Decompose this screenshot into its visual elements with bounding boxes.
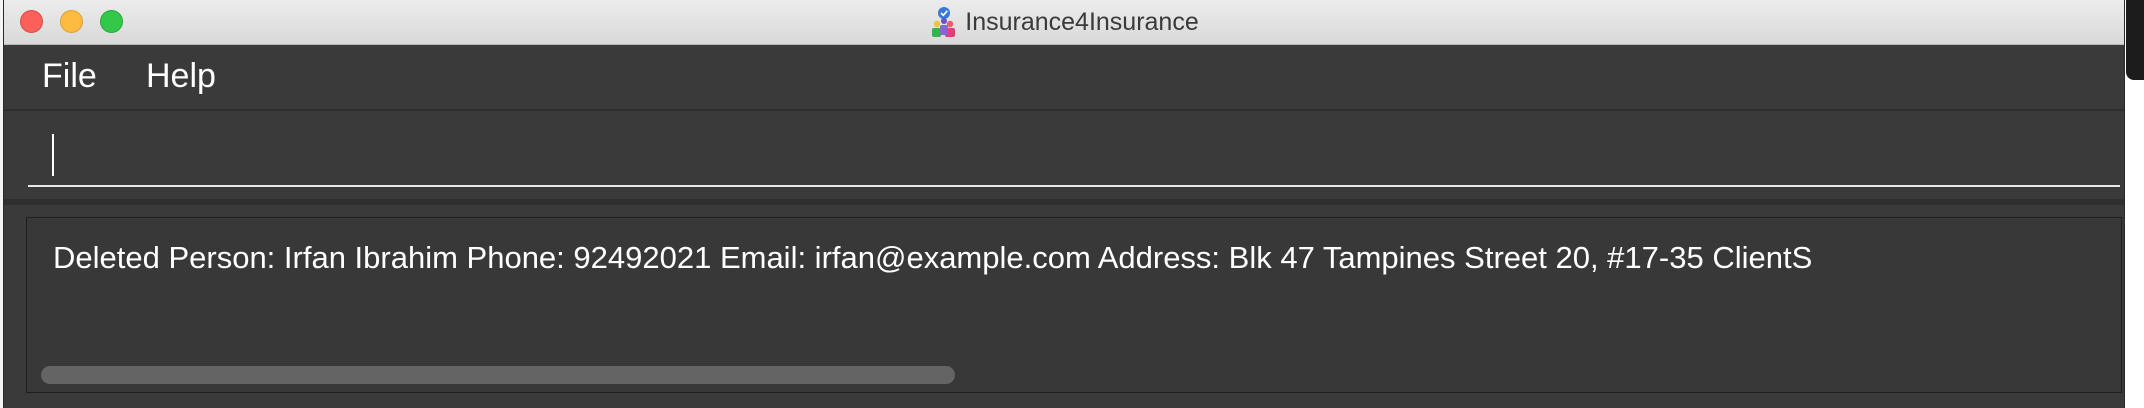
- window-title: Insurance4Insurance: [965, 7, 1199, 36]
- app-window: Insurance4Insurance File Help Deleted Pe…: [4, 0, 2124, 408]
- result-message: Deleted Person: Irfan Ibrahim Phone: 924…: [53, 240, 1813, 275]
- address-book-people-icon: [932, 7, 956, 37]
- menu-file[interactable]: File: [34, 53, 105, 99]
- command-box-panel: [4, 111, 2124, 199]
- result-display-panel: Deleted Person: Irfan Ibrahim Phone: 924…: [4, 205, 2124, 408]
- adjacent-window-edge: [2126, 0, 2144, 80]
- result-display[interactable]: Deleted Person: Irfan Ibrahim Phone: 924…: [26, 217, 2122, 393]
- menu-help[interactable]: Help: [138, 53, 224, 99]
- title-bar[interactable]: Insurance4Insurance: [4, 0, 2124, 45]
- menu-bar: File Help: [4, 45, 2124, 111]
- horizontal-scrollbar[interactable]: [41, 366, 955, 384]
- text-caret: [52, 134, 54, 176]
- command-input[interactable]: [28, 127, 2120, 187]
- window-title-group: Insurance4Insurance: [4, 0, 2124, 44]
